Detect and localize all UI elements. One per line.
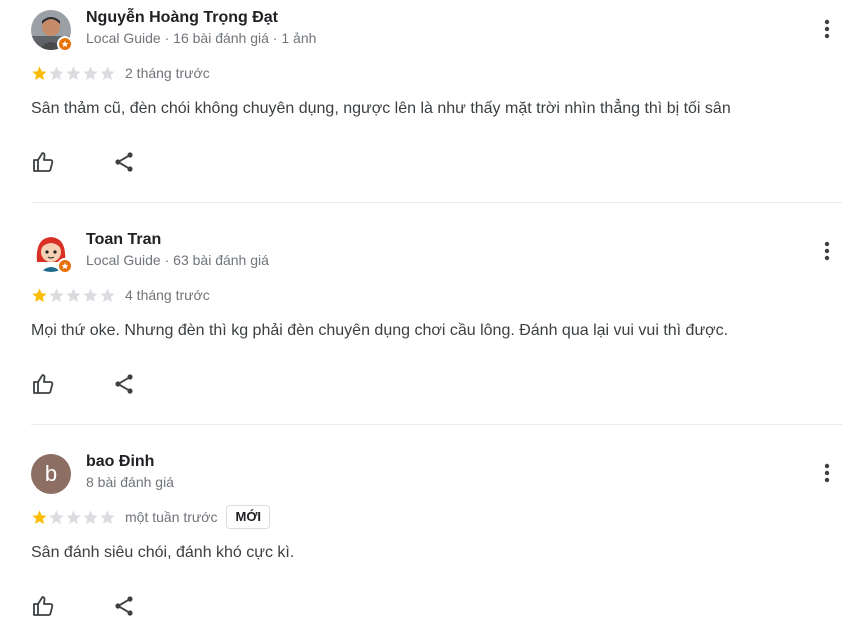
review-text: Mọi thứ oke. Nhưng đèn thì kg phải đèn c…	[31, 322, 729, 339]
star-icon	[49, 287, 64, 302]
reviewer-avatar[interactable]: b	[31, 454, 71, 494]
star-icon	[100, 65, 115, 80]
star-icon	[32, 65, 47, 80]
share-button[interactable]	[110, 148, 138, 176]
star-icon	[66, 65, 81, 80]
new-badge: MỚI	[226, 505, 271, 529]
star-icon	[66, 287, 81, 302]
reviewer-name[interactable]: Nguyễn Hoàng Trọng Đạt	[86, 9, 278, 27]
review-divider	[31, 424, 842, 425]
more-options-button[interactable]	[815, 461, 839, 485]
reviewer-name[interactable]: Toan Tran	[86, 231, 161, 249]
star-icon	[100, 509, 115, 524]
star-rating	[31, 65, 116, 82]
reviewer-name[interactable]: bao Đinh	[86, 453, 154, 471]
star-icon	[32, 509, 47, 524]
rating-row: một tuần trước MỚI	[31, 505, 271, 529]
local-guide-badge-icon	[57, 36, 73, 52]
reviewer-meta: 8 bài đánh giá	[86, 474, 174, 490]
star-icon	[49, 65, 64, 80]
rating-row: 4 tháng trước	[31, 285, 210, 305]
star-rating	[31, 287, 116, 304]
like-button[interactable]	[30, 370, 58, 398]
star-icon	[83, 65, 98, 80]
thumb-up-icon	[33, 596, 54, 616]
share-icon	[115, 374, 133, 394]
thumb-up-icon	[33, 374, 54, 394]
reviewer-avatar[interactable]	[31, 232, 73, 274]
more-options-button[interactable]	[815, 17, 839, 41]
review-text: Sân thảm cũ, đèn chói không chuyên dụng,…	[31, 100, 731, 117]
review-time: 2 tháng trước	[125, 65, 210, 81]
star-icon	[100, 287, 115, 302]
star-icon	[32, 287, 47, 302]
share-button[interactable]	[110, 370, 138, 398]
review-divider	[31, 202, 842, 203]
star-icon	[49, 509, 64, 524]
thumb-up-icon	[33, 152, 54, 172]
star-icon	[83, 509, 98, 524]
like-button[interactable]	[30, 592, 58, 620]
reviewer-avatar[interactable]	[31, 10, 73, 52]
more-vert-icon	[824, 463, 830, 483]
review-time: một tuần trước	[125, 509, 218, 525]
reviewer-meta: Local Guide · 63 bài đánh giá	[86, 252, 269, 268]
share-icon	[115, 152, 133, 172]
share-button[interactable]	[110, 592, 138, 620]
like-button[interactable]	[30, 148, 58, 176]
more-vert-icon	[824, 19, 830, 39]
star-icon	[83, 287, 98, 302]
star-rating	[31, 509, 116, 526]
local-guide-badge-icon	[57, 258, 73, 274]
rating-row: 2 tháng trước	[31, 63, 210, 83]
review-time: 4 tháng trước	[125, 287, 210, 303]
more-vert-icon	[824, 241, 830, 261]
review-text: Sân đánh siêu chói, đánh khó cực kì.	[31, 544, 295, 561]
avatar-letter: b	[31, 454, 71, 494]
star-icon	[66, 509, 81, 524]
reviewer-meta: Local Guide · 16 bài đánh giá · 1 ảnh	[86, 30, 317, 46]
more-options-button[interactable]	[815, 239, 839, 263]
share-icon	[115, 596, 133, 616]
